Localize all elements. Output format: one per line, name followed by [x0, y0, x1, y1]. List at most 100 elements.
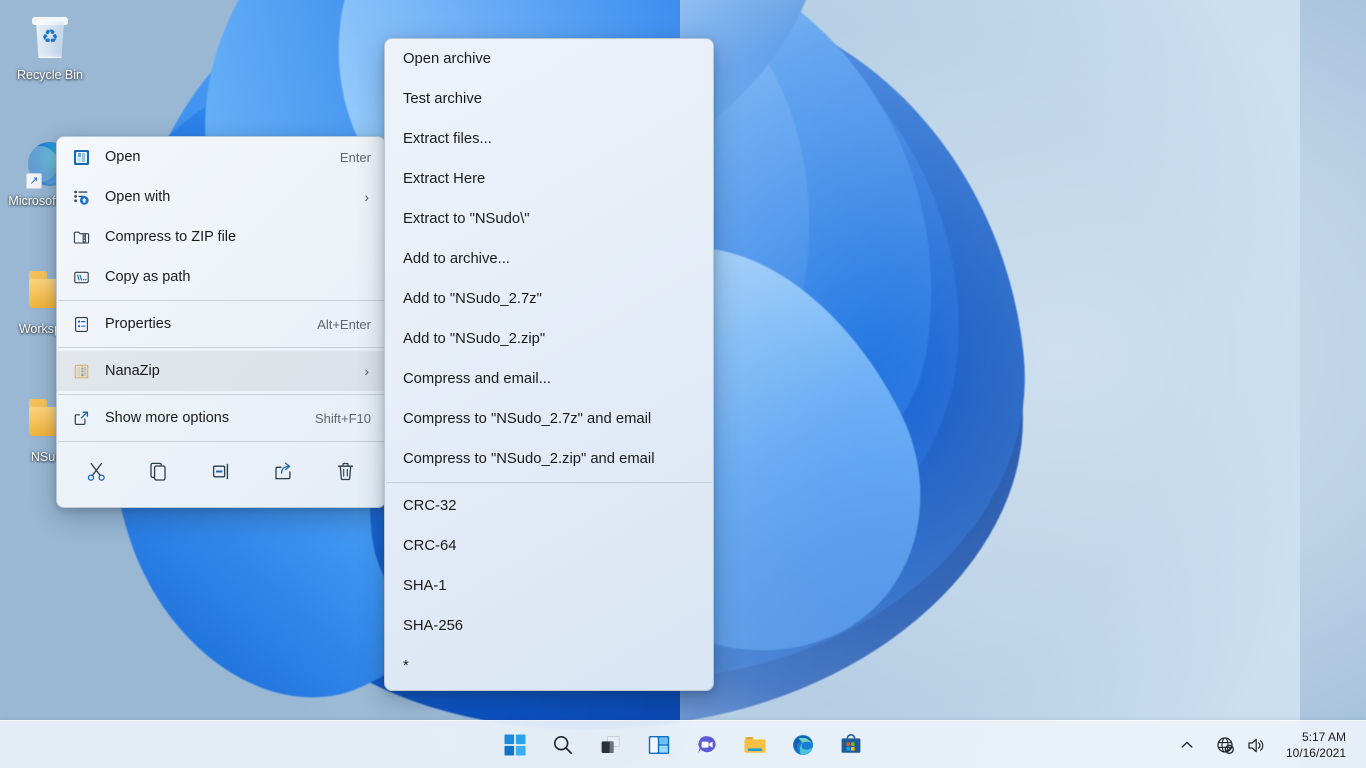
menu-item-accelerator: Alt+Enter [317, 317, 373, 332]
chat-button[interactable] [687, 725, 727, 765]
properties-icon [71, 314, 91, 334]
start-button[interactable] [495, 725, 535, 765]
menu-item-copy-as-path[interactable]: Copy as path [57, 257, 385, 297]
nanazip-submenu[interactable]: Open archive Test archive Extract files.… [384, 38, 714, 691]
windows-logo-icon [504, 734, 526, 756]
taskbar-center-group [495, 725, 871, 765]
menu-separator [58, 394, 384, 395]
chevron-right-icon: › [364, 363, 373, 379]
store-icon [840, 734, 862, 756]
submenu-item-label: Add to archive... [403, 251, 701, 267]
zip-folder-icon [71, 227, 91, 247]
clock-time: 5:17 AM [1286, 729, 1346, 745]
submenu-item-compress-zip-and-email[interactable]: Compress to "NSudo_2.zip" and email [385, 439, 713, 479]
submenu-item-open-archive[interactable]: Open archive [385, 39, 713, 79]
rename-icon [211, 461, 232, 482]
delete-button[interactable] [317, 451, 375, 491]
taskbar: 5:17 AM 10/16/2021 [0, 720, 1366, 768]
context-menu-action-bar [57, 445, 385, 497]
menu-item-accelerator: Enter [340, 150, 373, 165]
menu-item-open[interactable]: Open Enter [57, 137, 385, 177]
widgets-button[interactable] [639, 725, 679, 765]
menu-item-compress-to-zip[interactable]: Compress to ZIP file [57, 217, 385, 257]
submenu-item-label: CRC-64 [403, 538, 701, 554]
submenu-item-label: Test archive [403, 91, 701, 107]
widgets-icon [648, 734, 670, 756]
microsoft-store-button[interactable] [831, 725, 871, 765]
submenu-item-crc32[interactable]: CRC-32 [385, 486, 713, 526]
clock-date: 10/16/2021 [1286, 745, 1346, 761]
tray-overflow-button[interactable] [1170, 725, 1204, 765]
search-button[interactable] [543, 725, 583, 765]
submenu-item-label: Extract files... [403, 131, 701, 147]
submenu-item-add-to-archive[interactable]: Add to archive... [385, 239, 713, 279]
menu-item-properties[interactable]: Properties Alt+Enter [57, 304, 385, 344]
submenu-item-crc64[interactable]: CRC-64 [385, 526, 713, 566]
menu-item-open-with[interactable]: Open with › [57, 177, 385, 217]
submenu-item-extract-to-folder[interactable]: Extract to "NSudo\" [385, 199, 713, 239]
taskbar-clock[interactable]: 5:17 AM 10/16/2021 [1278, 725, 1354, 765]
submenu-item-label: Extract to "NSudo\" [403, 211, 701, 227]
submenu-item-sha256[interactable]: SHA-256 [385, 606, 713, 646]
recycle-bin-icon: ♻ [26, 14, 74, 62]
task-view-button[interactable] [591, 725, 631, 765]
submenu-item-sha1[interactable]: SHA-1 [385, 566, 713, 606]
shortcut-arrow-icon: ↗ [26, 173, 42, 189]
file-explorer-icon [744, 734, 766, 756]
menu-item-show-more-options[interactable]: Show more options Shift+F10 [57, 398, 385, 438]
scissors-icon [86, 461, 107, 482]
submenu-item-all-hashes[interactable]: * [385, 646, 713, 686]
menu-item-label: Open [105, 149, 340, 165]
submenu-item-label: Add to "NSudo_2.zip" [403, 331, 701, 347]
network-globe-icon [1216, 736, 1235, 755]
tray-status-group[interactable] [1206, 725, 1276, 765]
open-file-icon [71, 147, 91, 167]
menu-item-label: Properties [105, 316, 317, 332]
submenu-item-compress-7z-and-email[interactable]: Compress to "NSudo_2.7z" and email [385, 399, 713, 439]
submenu-item-compress-and-email[interactable]: Compress and email... [385, 359, 713, 399]
submenu-item-label: SHA-256 [403, 618, 701, 634]
menu-separator [58, 300, 384, 301]
menu-item-label: Open with [105, 189, 364, 205]
menu-item-label: Copy as path [105, 269, 373, 285]
open-with-icon [71, 187, 91, 207]
submenu-item-extract-files[interactable]: Extract files... [385, 119, 713, 159]
submenu-item-label: * [403, 658, 701, 674]
submenu-item-add-to-zip[interactable]: Add to "NSudo_2.zip" [385, 319, 713, 359]
submenu-item-test-archive[interactable]: Test archive [385, 79, 713, 119]
menu-separator [58, 347, 384, 348]
copy-path-icon [71, 267, 91, 287]
volume-icon [1247, 736, 1266, 755]
chevron-up-icon [1180, 738, 1194, 752]
cut-button[interactable] [67, 451, 125, 491]
desktop-icon-recycle-bin[interactable]: ♻ Recycle Bin [2, 14, 98, 82]
chevron-right-icon: › [364, 189, 373, 205]
submenu-item-label: Add to "NSudo_2.7z" [403, 291, 701, 307]
share-icon [273, 461, 294, 482]
submenu-item-label: Compress to "NSudo_2.7z" and email [403, 411, 701, 427]
context-menu[interactable]: Open Enter Open with › Compress [56, 136, 386, 508]
search-icon [552, 734, 574, 756]
share-button[interactable] [254, 451, 312, 491]
task-view-icon [600, 734, 622, 756]
submenu-item-add-to-7z[interactable]: Add to "NSudo_2.7z" [385, 279, 713, 319]
copy-icon [148, 461, 169, 482]
menu-item-label: Compress to ZIP file [105, 229, 373, 245]
submenu-separator [386, 482, 712, 483]
show-more-icon [71, 408, 91, 428]
submenu-item-label: Open archive [403, 51, 701, 67]
menu-item-nanazip[interactable]: NanaZip › [57, 351, 385, 391]
edge-button[interactable] [783, 725, 823, 765]
submenu-item-extract-here[interactable]: Extract Here [385, 159, 713, 199]
desktop-icon-label: Recycle Bin [2, 68, 98, 82]
copy-button[interactable] [129, 451, 187, 491]
rename-button[interactable] [192, 451, 250, 491]
submenu-item-label: Compress to "NSudo_2.zip" and email [403, 451, 701, 467]
menu-item-label: NanaZip [105, 363, 364, 379]
taskbar-system-tray: 5:17 AM 10/16/2021 [1170, 721, 1366, 768]
chat-icon [696, 734, 718, 756]
submenu-item-label: SHA-1 [403, 578, 701, 594]
nanazip-icon [71, 361, 91, 381]
menu-item-accelerator: Shift+F10 [315, 411, 373, 426]
file-explorer-button[interactable] [735, 725, 775, 765]
